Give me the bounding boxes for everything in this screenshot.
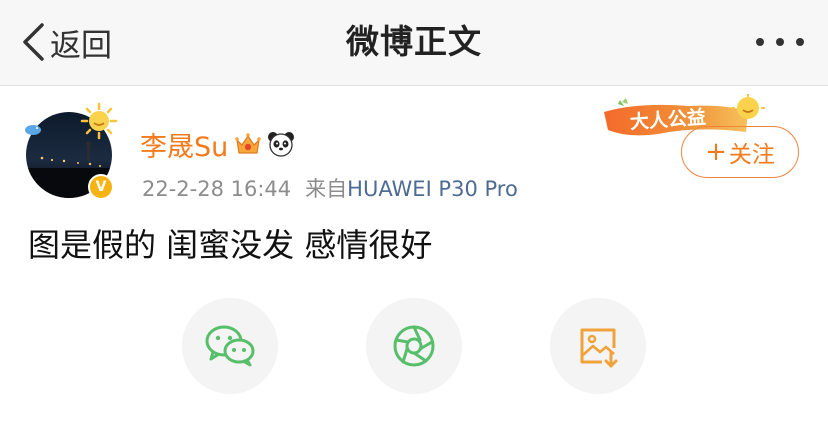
bird-decoration-icon	[25, 125, 41, 135]
crown-badge-icon	[235, 133, 262, 154]
post-timestamp: 22-2-28 16:44	[142, 177, 292, 201]
save-image-icon	[580, 328, 618, 368]
follow-label: 关注	[728, 142, 775, 168]
follow-button[interactable]: + 关注	[681, 126, 799, 178]
post-text: 图是假的 闺蜜没发 感情很好	[28, 226, 433, 264]
share-wechat-button[interactable]	[182, 298, 278, 394]
wechat-icon	[205, 325, 255, 367]
sun-decoration-icon	[80, 102, 118, 140]
top-navbar: 返回 微博正文	[0, 0, 828, 86]
save-image-button[interactable]	[550, 298, 646, 394]
post-meta: 22-2-28 16:44 来自HUAWEI P30 Pro	[142, 173, 518, 203]
more-dots-icon[interactable]	[756, 32, 804, 52]
moments-icon	[393, 325, 435, 367]
page-title: 微博正文	[346, 22, 482, 61]
source-prefix: 来自	[305, 177, 348, 201]
author-row: 李晟Su	[140, 125, 296, 164]
plus-icon: +	[705, 137, 727, 167]
avatar-container[interactable]: V	[25, 102, 118, 202]
panda-badge-icon	[268, 132, 295, 157]
verified-badge: V	[88, 174, 114, 200]
post-source[interactable]: HUAWEI P30 Pro	[347, 177, 518, 201]
share-moments-button[interactable]	[366, 298, 462, 394]
author-name[interactable]: 李晟Su	[140, 125, 228, 164]
